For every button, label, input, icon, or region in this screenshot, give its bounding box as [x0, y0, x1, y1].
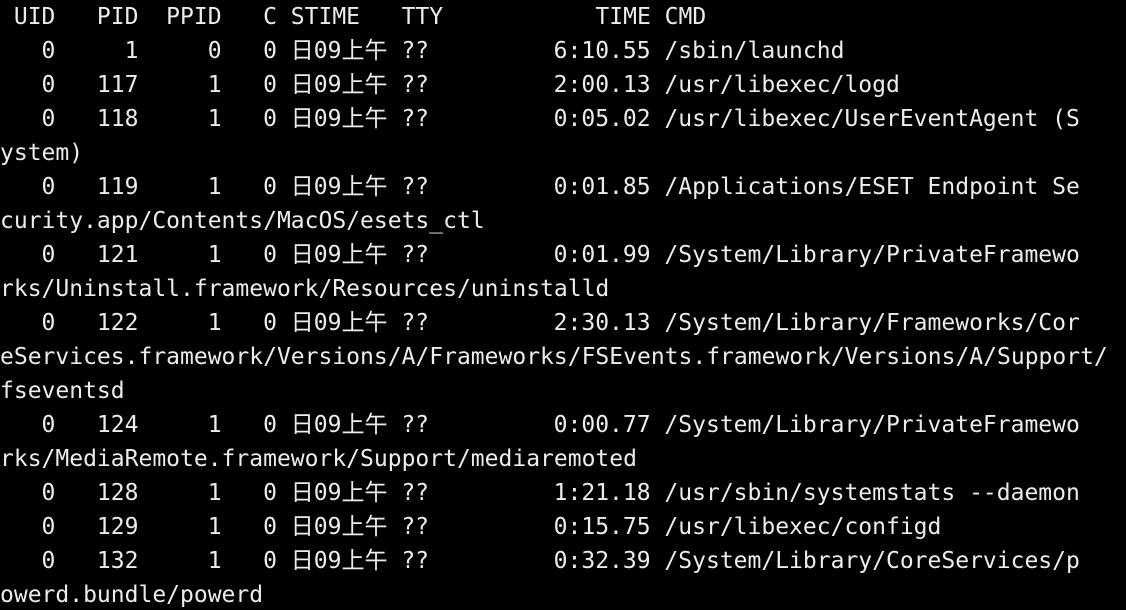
terminal-window[interactable]: UID PID PPID C STIME TTY TIME CMD 0 1 0 … — [0, 0, 1126, 610]
ps-output-line: 0 128 1 0 日09上午 ?? 1:21.18 /usr/sbin/sys… — [0, 476, 1126, 510]
ps-output-line: 0 1 0 0 日09上午 ?? 6:10.55 /sbin/launchd — [0, 34, 1126, 68]
ps-output-line: rks/MediaRemote.framework/Support/mediar… — [0, 442, 1126, 476]
ps-output-text: 0 118 1 0 日09上午 ?? 0:05.02 /usr/libexec/… — [0, 106, 1080, 132]
ps-output-text: 0 124 1 0 日09上午 ?? 0:00.77 /System/Libra… — [0, 412, 1080, 438]
ps-output-line: owerd.bundle/powerd — [0, 578, 1126, 610]
ps-header-text: UID PID PPID C STIME TTY TIME CMD — [0, 4, 707, 30]
ps-output-text: owerd.bundle/powerd — [0, 582, 264, 608]
ps-output-line: fseventsd — [0, 374, 1126, 408]
ps-output-line: 0 119 1 0 日09上午 ?? 0:01.85 /Applications… — [0, 170, 1126, 204]
ps-output-text: 0 128 1 0 日09上午 ?? 1:21.18 /usr/sbin/sys… — [0, 480, 1080, 506]
ps-output-text: rks/MediaRemote.framework/Support/mediar… — [0, 446, 637, 472]
ps-header-row: UID PID PPID C STIME TTY TIME CMD — [0, 0, 1126, 34]
ps-output-text: rks/Uninstall.framework/Resources/uninst… — [0, 276, 610, 302]
ps-output-text: eServices.framework/Versions/A/Framework… — [0, 344, 1108, 370]
ps-output-line: 0 124 1 0 日09上午 ?? 0:00.77 /System/Libra… — [0, 408, 1126, 442]
ps-output-text: ystem) — [0, 140, 84, 166]
ps-output-line: 0 122 1 0 日09上午 ?? 2:30.13 /System/Libra… — [0, 306, 1126, 340]
ps-output-line: 0 129 1 0 日09上午 ?? 0:15.75 /usr/libexec/… — [0, 510, 1126, 544]
ps-output-line: 0 117 1 0 日09上午 ?? 2:00.13 /usr/libexec/… — [0, 68, 1126, 102]
ps-output-line: 0 132 1 0 日09上午 ?? 0:32.39 /System/Libra… — [0, 544, 1126, 578]
ps-output-text: 0 117 1 0 日09上午 ?? 2:00.13 /usr/libexec/… — [0, 72, 900, 98]
ps-output-line: rks/Uninstall.framework/Resources/uninst… — [0, 272, 1126, 306]
ps-output-text: curity.app/Contents/MacOS/esets_ctl — [0, 208, 485, 234]
ps-output-line: ystem) — [0, 136, 1126, 170]
ps-output-text: 0 1 0 0 日09上午 ?? 6:10.55 /sbin/launchd — [0, 38, 845, 64]
ps-output-line: 0 121 1 0 日09上午 ?? 0:01.99 /System/Libra… — [0, 238, 1126, 272]
ps-output-line: curity.app/Contents/MacOS/esets_ctl — [0, 204, 1126, 238]
ps-output-text: fseventsd — [0, 378, 125, 404]
ps-output-line: 0 118 1 0 日09上午 ?? 0:05.02 /usr/libexec/… — [0, 102, 1126, 136]
ps-output-text: 0 122 1 0 日09上午 ?? 2:30.13 /System/Libra… — [0, 310, 1080, 336]
ps-output-line: eServices.framework/Versions/A/Framework… — [0, 340, 1126, 374]
ps-output-text: 0 129 1 0 日09上午 ?? 0:15.75 /usr/libexec/… — [0, 514, 942, 540]
ps-output-text: 0 132 1 0 日09上午 ?? 0:32.39 /System/Libra… — [0, 548, 1080, 574]
ps-output-text: 0 121 1 0 日09上午 ?? 0:01.99 /System/Libra… — [0, 242, 1080, 268]
ps-output-text: 0 119 1 0 日09上午 ?? 0:01.85 /Applications… — [0, 174, 1080, 200]
